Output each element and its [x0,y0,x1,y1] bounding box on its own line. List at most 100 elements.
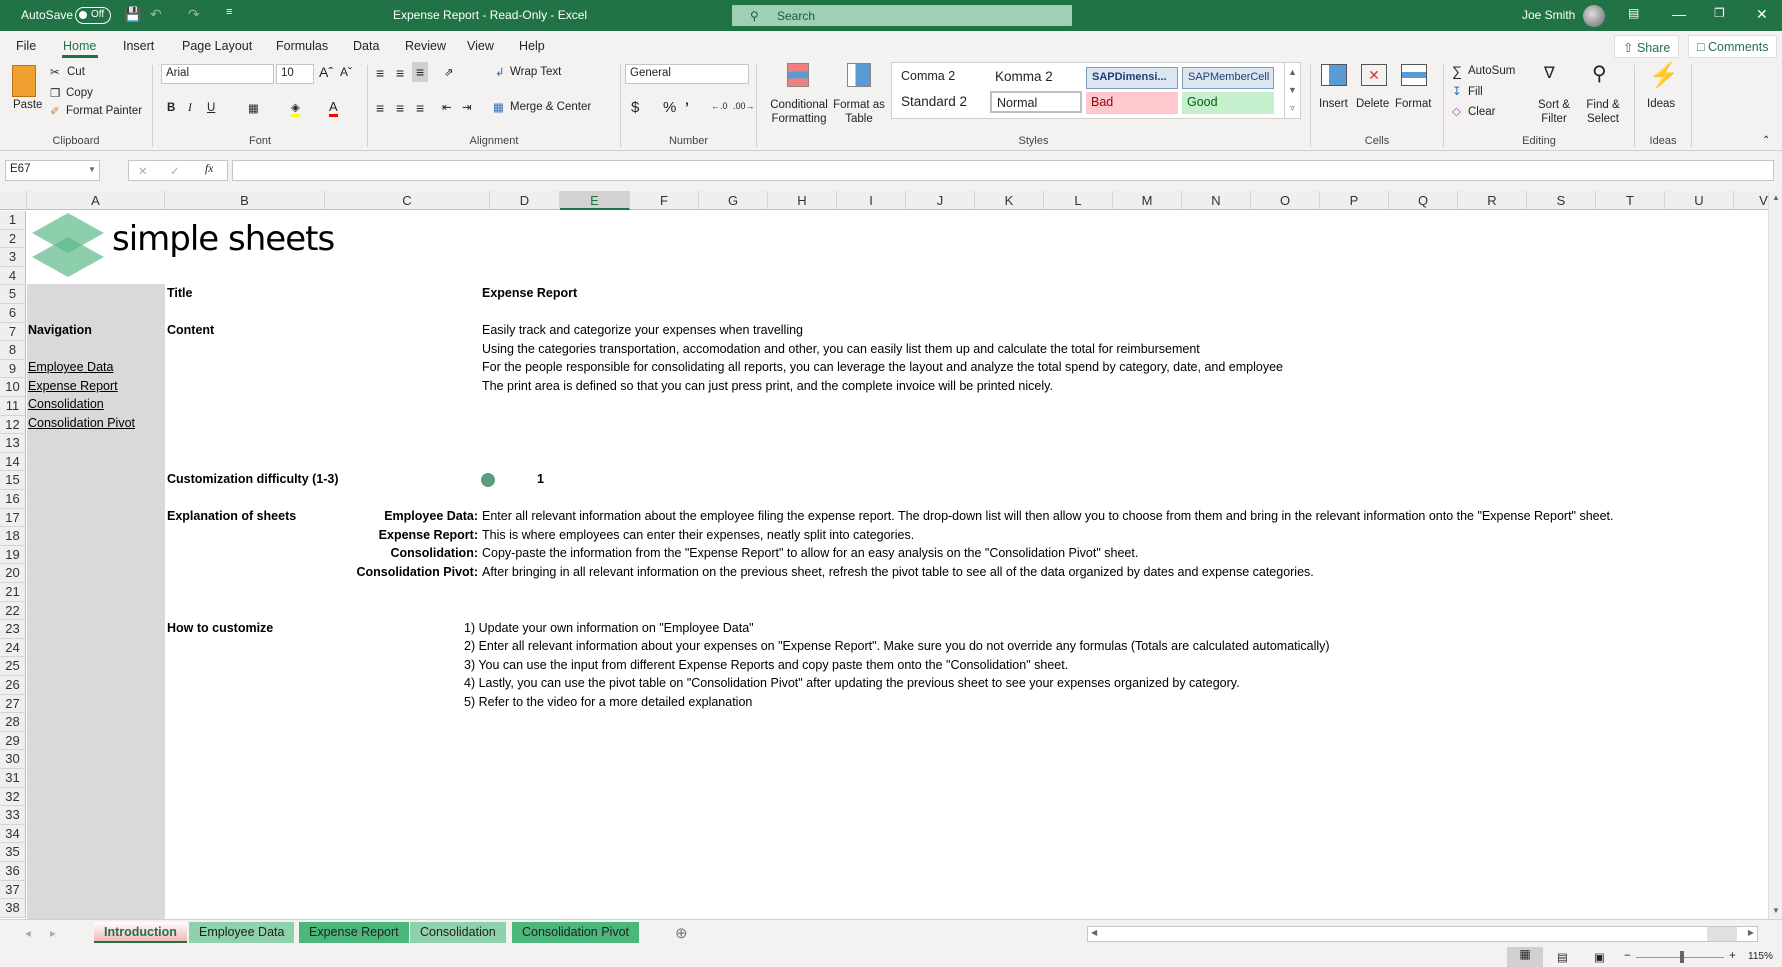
share-button[interactable]: ⇧ Share [1614,35,1680,58]
style-normal[interactable]: Normal [990,91,1082,113]
scroll-right-icon[interactable]: ▶ [1748,928,1754,937]
tab-review[interactable]: Review [405,39,446,53]
worksheet-grid[interactable]: ABCDEFGHIJKLMNOPQRSTUV 1 2 3 4 5 6 7 8 9 10 11 12 13… [0,191,1782,919]
sheet-tab-consolidation-pivot[interactable]: Consolidation Pivot [512,922,640,943]
row-header[interactable]: 12 [0,415,26,435]
zoom-level[interactable]: 115% [1748,951,1773,962]
insert-function-button[interactable]: fx [205,163,213,175]
select-all[interactable] [0,191,27,210]
find-select-button[interactable]: Find & Select [1580,98,1626,126]
column-header[interactable]: T [1596,191,1665,210]
row-header[interactable]: 4 [0,266,26,286]
row-header[interactable]: 38 [0,899,26,918]
comma-style-button[interactable]: ’ [685,99,689,115]
conditional-formatting-button[interactable]: Conditional Formatting [769,98,829,126]
customize-qat-icon[interactable]: ≡ [226,6,232,18]
column-header[interactable]: K [975,191,1044,210]
tab-data[interactable]: Data [353,39,379,53]
tab-view[interactable]: View [467,39,494,53]
cut-button[interactable]: Cut [67,66,85,78]
row-header[interactable]: 16 [0,490,26,509]
column-header[interactable]: O [1251,191,1320,210]
tab-insert[interactable]: Insert [123,39,154,53]
row-header[interactable]: 3 [0,248,26,267]
paste-button[interactable]: Paste [13,99,42,111]
collapse-ribbon-icon[interactable]: ⌃ [1762,135,1770,146]
row-header[interactable]: 17 [0,508,26,528]
nav-link-expense-report[interactable]: Expense Report [28,377,118,395]
row-header[interactable]: 5 [0,285,26,304]
row-header[interactable]: 18 [0,527,26,546]
enter-icon[interactable]: ✓ [170,164,180,178]
close-icon[interactable]: ✕ [1756,6,1768,23]
column-header[interactable]: I [837,191,906,210]
row-header[interactable]: 11 [0,397,26,416]
style-sapmembercell[interactable]: SAPMemberCell [1182,67,1274,89]
column-header[interactable]: L [1044,191,1113,210]
format-painter-button[interactable]: Format Painter [66,105,142,117]
autosum-button[interactable]: AutoSum [1468,65,1515,77]
prev-sheet-icon[interactable]: ◂ [25,926,31,940]
fill-button[interactable]: Fill [1468,86,1483,98]
row-header[interactable]: 23 [0,620,26,639]
row-header[interactable]: 10 [0,378,26,397]
row-header[interactable]: 21 [0,583,26,602]
sheet-tab-consolidation[interactable]: Consolidation [410,922,506,943]
insert-button[interactable]: Insert [1319,98,1348,110]
number-format-select[interactable]: General [625,64,749,84]
row-header[interactable]: 24 [0,638,26,658]
column-header[interactable]: F [630,191,699,210]
style-good[interactable]: Good [1182,92,1274,114]
row-header[interactable]: 34 [0,824,26,844]
nav-link-consolidation[interactable]: Consolidation [28,395,104,413]
align-middle-icon[interactable]: ≡ [396,65,404,81]
sheet-tab-employee-data[interactable]: Employee Data [189,922,295,943]
orientation-icon[interactable]: ⇗ [444,65,454,79]
align-right-icon[interactable]: ≡ [416,100,424,116]
nav-link-employee-data[interactable]: Employee Data [28,358,113,376]
column-header[interactable]: Q [1389,191,1458,210]
vertical-scrollbar[interactable]: ▲ ▼ [1768,191,1782,919]
tab-home[interactable]: Home [63,39,96,53]
format-as-table-button[interactable]: Format as Table [832,98,886,126]
comments-button[interactable]: □ Comments [1688,35,1778,58]
row-header[interactable]: 30 [0,750,26,769]
search-box[interactable]: ⚲ Search [732,5,1072,26]
nav-link-consolidation-pivot[interactable]: Consolidation Pivot [28,414,135,432]
row-header[interactable]: 13 [0,434,26,453]
tab-page-layout[interactable]: Page Layout [182,39,252,53]
style-bad[interactable]: Bad [1086,92,1178,114]
italic-button[interactable]: I [188,102,192,114]
row-header[interactable]: 20 [0,564,26,583]
row-header[interactable]: 28 [0,713,26,732]
increase-indent-icon[interactable]: ⇥ [462,100,472,114]
tab-file[interactable]: File [16,39,36,53]
name-box-dropdown-icon[interactable]: ▼ [88,165,96,174]
fill-color-icon[interactable]: ◈ [291,100,300,117]
undo-icon[interactable]: ↶ [150,6,162,23]
percent-button[interactable]: % [663,99,676,116]
currency-button[interactable]: $ [631,99,639,116]
row-header[interactable]: 19 [0,545,26,565]
row-header[interactable]: 14 [0,452,26,472]
style-komma-2[interactable]: Komma 2 [990,66,1080,88]
row-header[interactable]: 26 [0,676,26,695]
borders-icon[interactable]: ▦ [248,101,259,115]
zoom-in-icon[interactable]: + [1729,950,1736,962]
increase-font-icon[interactable]: Aˆ [319,64,333,80]
clear-button[interactable]: Clear [1468,106,1495,118]
ideas-button[interactable]: Ideas [1647,98,1675,110]
minimize-icon[interactable]: — [1672,6,1686,22]
increase-decimal-icon[interactable]: ←.0 [711,101,728,111]
row-header[interactable]: 33 [0,806,26,825]
add-sheet-icon[interactable]: ⊕ [675,924,688,942]
scroll-down-icon[interactable]: ▼ [1772,906,1780,915]
font-size-select[interactable]: 10 [276,64,314,84]
style-sapdimension[interactable]: SAPDimensi... [1086,67,1178,89]
wrap-text-button[interactable]: Wrap Text [510,66,561,78]
horizontal-scrollbar[interactable]: ◀ ▶ [1087,926,1758,942]
row-header[interactable]: 35 [0,843,26,862]
decrease-indent-icon[interactable]: ⇤ [442,100,452,114]
name-box[interactable]: E67 [5,160,100,181]
sheet-tab-introduction[interactable]: Introduction [94,922,187,943]
